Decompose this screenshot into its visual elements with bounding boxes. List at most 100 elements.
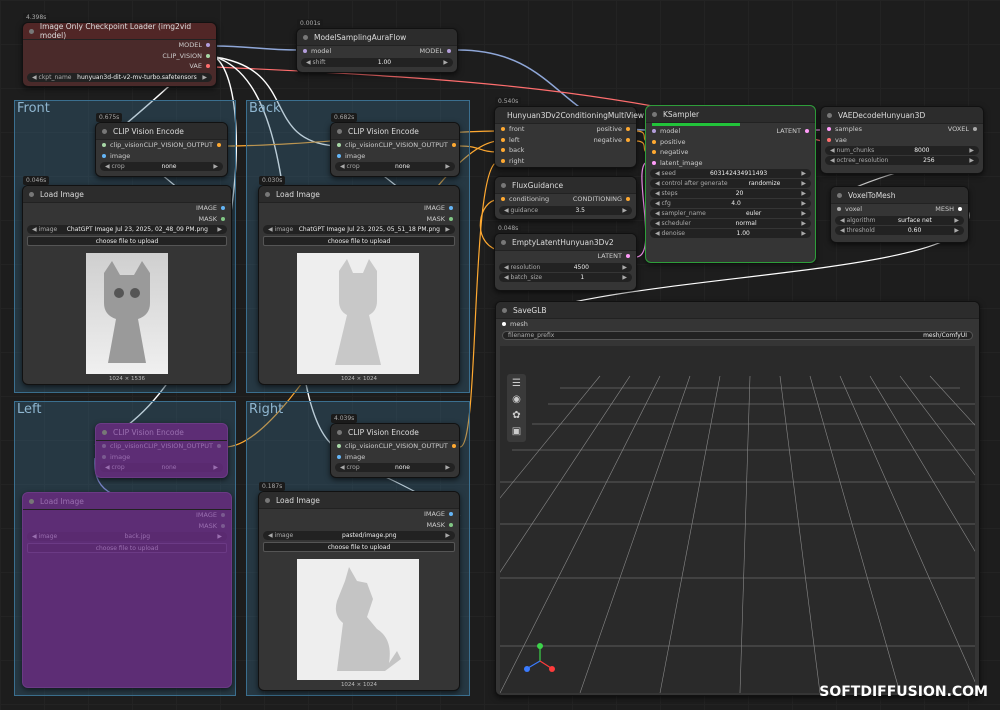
crop-widget[interactable]: ◀ crop none ▶ bbox=[100, 463, 223, 472]
load-image-right-node[interactable]: 0.187s Load Image IMAGE MASK ◀ image past… bbox=[258, 482, 460, 691]
node-header[interactable]: VAEDecodeHunyuan3D bbox=[821, 107, 983, 124]
input-model[interactable]: model bbox=[652, 127, 680, 135]
lightbulb-icon[interactable]: ◉ bbox=[507, 392, 526, 408]
collapse-dot-icon[interactable] bbox=[29, 498, 34, 504]
collapse-dot-icon[interactable] bbox=[265, 497, 270, 503]
vae-decode-hunyuan-node[interactable]: VAEDecodeHunyuan3D samples VOXEL vae ◀ nu… bbox=[820, 106, 984, 174]
output-mask[interactable]: MASK bbox=[199, 215, 225, 223]
output-image[interactable]: IMAGE bbox=[424, 204, 453, 212]
load-image-back-node[interactable]: 0.030s Load Image IMAGE MASK ◀ image Chat… bbox=[258, 176, 460, 385]
input-positive[interactable]: positive bbox=[652, 138, 686, 146]
node-header[interactable]: CLIP Vision Encode bbox=[96, 424, 227, 441]
input-conditioning[interactable]: conditioning bbox=[501, 195, 549, 203]
filename-prefix-input[interactable]: filename_prefix mesh/ComfyUI bbox=[502, 330, 973, 340]
output-voxel[interactable]: VOXEL bbox=[948, 125, 977, 133]
collapse-dot-icon[interactable] bbox=[502, 307, 507, 313]
model-sampling-auraflow-node[interactable]: 0.001s ModelSamplingAuraFlow model MODEL … bbox=[296, 19, 458, 73]
cfg-widget[interactable]: ◀ cfg 4.0 ▶ bbox=[650, 199, 811, 208]
output-mesh[interactable]: MESH bbox=[935, 205, 962, 213]
voxel-to-mesh-node[interactable]: VoxelToMesh voxel MESH ◀ algorithm surface… bbox=[830, 186, 969, 243]
input-negative[interactable]: negative bbox=[652, 148, 688, 156]
output-conditioning[interactable]: CONDITIONING bbox=[573, 195, 630, 203]
clip-vision-encode-front-node[interactable]: 0.675s CLIP Vision Encode clip_vision CLI… bbox=[95, 113, 228, 177]
output-latent[interactable]: LATENT bbox=[776, 127, 809, 135]
node-header[interactable]: VoxelToMesh bbox=[831, 187, 968, 204]
input-right[interactable]: right bbox=[501, 157, 524, 165]
clip-vision-encode-left-node[interactable]: CLIP Vision Encode clip_vision CLIP_VISIO… bbox=[95, 423, 228, 478]
node-header[interactable]: EmptyLatentHunyuan3Dv2 bbox=[495, 234, 636, 251]
threshold-widget[interactable]: ◀ threshold 0.60 ▶ bbox=[835, 225, 964, 235]
input-vae[interactable]: vae bbox=[827, 136, 847, 144]
collapse-dot-icon[interactable] bbox=[29, 191, 34, 197]
collapse-dot-icon[interactable] bbox=[29, 28, 34, 34]
output-image[interactable]: IMAGE bbox=[424, 510, 453, 518]
hunyuan-conditioning-multiview-node[interactable]: 0.540s Hunyuan3Dv2ConditioningMultiView … bbox=[494, 97, 644, 168]
octree-resolution-widget[interactable]: ◀ octree_resolution 256 ▶ bbox=[825, 156, 979, 165]
collapse-dot-icon[interactable] bbox=[652, 111, 657, 117]
collapse-dot-icon[interactable] bbox=[501, 239, 506, 245]
collapse-dot-icon[interactable] bbox=[837, 192, 842, 198]
output-model[interactable]: MODEL bbox=[420, 47, 451, 55]
input-clip-vision[interactable]: clip_vision bbox=[337, 442, 379, 450]
input-image[interactable]: image bbox=[337, 453, 365, 461]
collapse-dot-icon[interactable] bbox=[265, 191, 270, 197]
node-header[interactable]: Load Image bbox=[259, 186, 459, 203]
image-select-widget[interactable]: ◀ image back.jpg ▶ bbox=[27, 532, 227, 541]
node-header[interactable]: KSampler bbox=[646, 106, 815, 123]
output-clip-vision[interactable]: CLIP_VISION bbox=[162, 52, 210, 60]
output-clip-vision-output[interactable]: CLIP_VISION_OUTPUT bbox=[379, 141, 456, 149]
image-icon[interactable]: ▣ bbox=[507, 424, 526, 440]
output-clip-vision-output[interactable]: CLIP_VISION_OUTPUT bbox=[144, 442, 221, 450]
image-select-widget[interactable]: ◀ image ChatGPT Image Jul 23, 2025, 05_51… bbox=[263, 225, 455, 234]
save-glb-node[interactable]: SaveGLB mesh filename_prefix mesh/ComfyUI bbox=[495, 301, 980, 696]
node-header[interactable]: CLIP Vision Encode bbox=[331, 123, 459, 140]
collapse-dot-icon[interactable] bbox=[827, 112, 832, 118]
input-image[interactable]: image bbox=[102, 152, 130, 160]
input-left[interactable]: left bbox=[501, 136, 520, 144]
collapse-dot-icon[interactable] bbox=[303, 34, 308, 40]
output-mask[interactable]: MASK bbox=[199, 522, 225, 530]
upload-button[interactable]: choose file to upload bbox=[263, 236, 455, 246]
load-image-front-node[interactable]: 0.046s Load Image IMAGE MASK ◀ image Chat… bbox=[22, 176, 232, 385]
output-mask[interactable]: MASK bbox=[427, 215, 453, 223]
flux-guidance-node[interactable]: FluxGuidance conditioning CONDITIONING ◀ … bbox=[494, 176, 637, 220]
input-latent-image[interactable]: latent_image bbox=[652, 159, 703, 167]
clip-vision-encode-back-node[interactable]: 0.682s CLIP Vision Encode clip_vision CLI… bbox=[330, 113, 460, 177]
resolution-widget[interactable]: ◀ resolution 4500 ▶ bbox=[499, 262, 632, 272]
num-chunks-widget[interactable]: ◀ num_chunks 8000 ▶ bbox=[825, 146, 979, 155]
node-header[interactable]: Hunyuan3Dv2ConditioningMultiView bbox=[495, 107, 644, 124]
output-clip-vision-output[interactable]: CLIP_VISION_OUTPUT bbox=[379, 442, 456, 450]
node-header[interactable]: SaveGLB bbox=[496, 302, 979, 319]
input-clip-vision[interactable]: clip_vision bbox=[102, 141, 144, 149]
guidance-widget[interactable]: ◀ guidance 3.5 ▶ bbox=[499, 205, 632, 215]
node-header[interactable]: Load Image bbox=[23, 186, 231, 203]
seed-widget[interactable]: ◀ seed 603142434911493 ▶ bbox=[650, 169, 811, 178]
output-positive[interactable]: positive bbox=[597, 125, 630, 133]
scheduler-widget[interactable]: ◀ scheduler normal ▶ bbox=[650, 219, 811, 228]
node-header[interactable]: ModelSamplingAuraFlow bbox=[297, 29, 457, 46]
node-header[interactable]: Load Image bbox=[259, 492, 459, 509]
node-header[interactable]: CLIP Vision Encode bbox=[96, 123, 227, 140]
output-latent[interactable]: LATENT bbox=[597, 252, 630, 260]
batch-size-widget[interactable]: ◀ batch_size 1 ▶ bbox=[499, 272, 632, 282]
algorithm-widget[interactable]: ◀ algorithm surface net ▶ bbox=[835, 215, 964, 225]
input-clip-vision[interactable]: clip_vision bbox=[102, 442, 144, 450]
checkpoint-loader-node[interactable]: 4.398s Image Only Checkpoint Loader (img… bbox=[22, 13, 217, 87]
node-header[interactable]: CLIP Vision Encode bbox=[331, 424, 459, 441]
upload-button[interactable]: choose file to upload bbox=[27, 236, 227, 246]
input-image[interactable]: image bbox=[337, 152, 365, 160]
output-model[interactable]: MODEL bbox=[179, 41, 210, 49]
input-model[interactable]: model bbox=[303, 47, 331, 55]
output-image[interactable]: IMAGE bbox=[196, 511, 225, 519]
sampler-name-widget[interactable]: ◀ sampler_name euler ▶ bbox=[650, 209, 811, 218]
clip-vision-encode-right-node[interactable]: 4.039s CLIP Vision Encode clip_vision CLI… bbox=[330, 414, 460, 478]
collapse-dot-icon[interactable] bbox=[337, 429, 342, 435]
output-image[interactable]: IMAGE bbox=[196, 204, 225, 212]
shift-widget[interactable]: ◀ shift 1.00 ▶ bbox=[301, 57, 453, 67]
ckpt-name-widget[interactable]: ◀ ckpt_name hunyuan3d-dit-v2-mv-turbo.saf… bbox=[27, 72, 212, 82]
control-after-generate-widget[interactable]: ◀ control after generate randomize ▶ bbox=[650, 179, 811, 188]
collapse-dot-icon[interactable] bbox=[102, 429, 107, 435]
node-header[interactable]: Image Only Checkpoint Loader (img2vid mo… bbox=[23, 22, 216, 40]
output-vae[interactable]: VAE bbox=[189, 62, 210, 70]
input-voxel[interactable]: voxel bbox=[837, 205, 862, 213]
